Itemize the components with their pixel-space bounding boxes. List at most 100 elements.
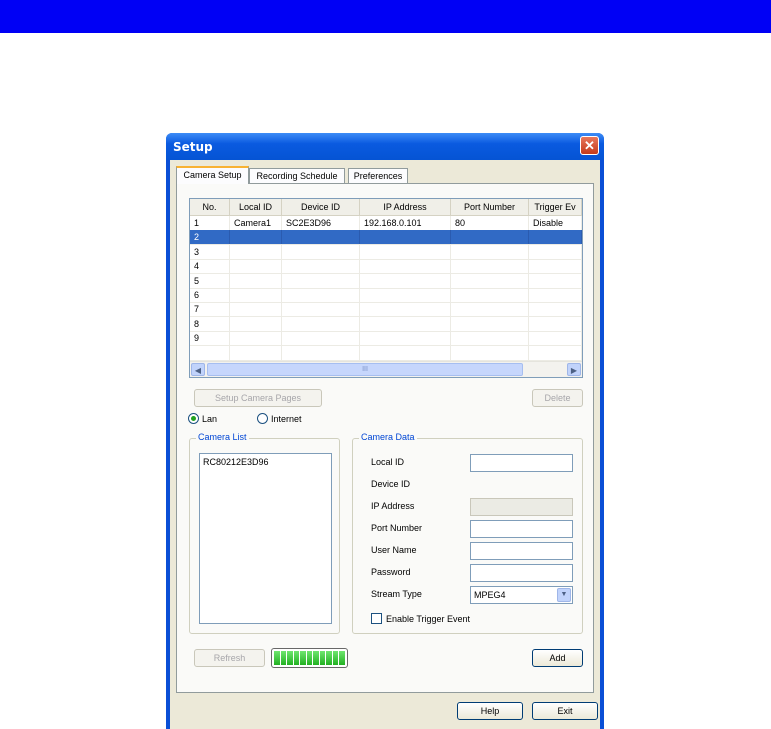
table-row[interactable]: 5 — [190, 273, 582, 289]
ip-address-label: IP Address — [371, 501, 415, 511]
tab-preferences[interactable]: Preferences — [348, 168, 408, 183]
table-cell: 4 — [190, 259, 230, 274]
table-cell — [360, 331, 451, 346]
horizontal-scrollbar[interactable]: ◀ III ▶ — [190, 361, 582, 377]
table-cell: 7 — [190, 302, 230, 317]
table-row[interactable]: 9 — [190, 331, 582, 347]
table-cell — [529, 345, 582, 360]
stream-type-value: MPEG4 — [474, 590, 506, 600]
table-cell — [282, 259, 360, 274]
table-cell — [190, 345, 230, 360]
column-header-device-id[interactable]: Device ID — [282, 199, 360, 215]
setup-dialog: Setup ✕ Camera Setup Recording Schedule … — [166, 133, 604, 729]
table-cell — [360, 288, 451, 302]
table-cell — [360, 230, 451, 245]
dialog-client: Camera Setup Recording Schedule Preferen… — [170, 160, 600, 729]
camera-list-group: Camera List RC80212E3D96 — [189, 432, 340, 634]
stream-type-select[interactable]: MPEG4 ▼ — [470, 586, 573, 604]
table-cell — [451, 230, 529, 245]
port-number-label: Port Number — [371, 523, 423, 533]
table-cell — [451, 331, 529, 346]
port-number-field[interactable] — [470, 520, 573, 538]
list-item[interactable]: RC80212E3D96 — [203, 457, 328, 467]
table-cell: 9 — [190, 331, 230, 346]
progress-block — [306, 651, 313, 665]
camera-data-group: Camera Data Local ID Device ID IP Addres… — [352, 432, 583, 634]
scroll-left-icon[interactable]: ◀ — [191, 363, 205, 376]
table-row[interactable]: 2 — [190, 230, 582, 246]
close-button[interactable]: ✕ — [580, 136, 599, 155]
table-cell — [451, 273, 529, 288]
help-button[interactable]: Help — [457, 702, 523, 720]
password-field[interactable] — [470, 564, 573, 582]
refresh-button[interactable]: Refresh — [194, 649, 265, 667]
table-cell — [451, 288, 529, 302]
table-cell — [529, 288, 582, 302]
progress-block — [339, 651, 346, 665]
table-cell — [451, 345, 529, 360]
tab-recording-schedule[interactable]: Recording Schedule — [249, 168, 345, 183]
chevron-down-icon[interactable]: ▼ — [557, 588, 571, 602]
table-cell — [230, 316, 282, 331]
camera-list-box[interactable]: RC80212E3D96 — [199, 453, 332, 624]
setup-camera-pages-button[interactable]: Setup Camera Pages — [194, 389, 322, 407]
table-row[interactable]: 8 — [190, 316, 582, 332]
table-cell — [529, 316, 582, 331]
local-id-label: Local ID — [371, 457, 405, 467]
checkbox-icon — [371, 613, 382, 624]
table-cell — [529, 273, 582, 288]
progress-block — [274, 651, 280, 665]
table-cell — [282, 230, 360, 245]
table-cell: 80 — [451, 216, 529, 230]
column-header-local-id[interactable]: Local ID — [230, 199, 282, 215]
table-cell — [282, 316, 360, 331]
table-cell — [360, 316, 451, 331]
table-cell — [282, 288, 360, 302]
progress-block — [293, 651, 300, 665]
table-cell — [230, 244, 282, 259]
enable-trigger-label: Enable Trigger Event — [386, 613, 471, 624]
table-cell — [360, 302, 451, 317]
table-cell — [529, 259, 582, 274]
delete-button[interactable]: Delete — [532, 389, 583, 407]
table-row[interactable]: 3 — [190, 244, 582, 260]
radio-internet[interactable]: Internet — [257, 413, 302, 424]
progress-block — [280, 651, 287, 665]
table-row[interactable]: 4 — [190, 259, 582, 275]
table-cell — [529, 302, 582, 317]
radio-selected-icon — [188, 413, 199, 424]
scroll-thumb[interactable]: III — [207, 363, 523, 376]
table-cell — [451, 244, 529, 259]
column-header-no[interactable]: No. — [190, 199, 230, 215]
table-cell — [529, 331, 582, 346]
table-row[interactable]: 6 — [190, 288, 582, 303]
column-header-port-number[interactable]: Port Number — [451, 199, 529, 215]
scroll-right-icon[interactable]: ▶ — [567, 363, 581, 376]
progress-block — [326, 651, 332, 665]
table-cell: 3 — [190, 244, 230, 259]
tab-camera-setup[interactable]: Camera Setup — [176, 166, 249, 184]
table-row[interactable]: 1 Camera1 SC2E3D96 192.168.0.101 80 Disable — [190, 216, 582, 231]
table-cell: 2 — [190, 230, 230, 245]
table-cell — [360, 273, 451, 288]
table-cell — [282, 302, 360, 317]
dialog-title: Setup — [173, 140, 213, 154]
user-name-field[interactable] — [470, 542, 573, 560]
table-row[interactable] — [190, 345, 582, 361]
title-bar[interactable]: Setup ✕ — [166, 133, 604, 160]
top-banner — [0, 0, 771, 33]
radio-lan[interactable]: Lan — [188, 413, 217, 424]
add-button[interactable]: Add — [532, 649, 583, 667]
radio-unselected-icon — [257, 413, 268, 424]
local-id-field[interactable] — [470, 454, 573, 472]
ip-address-field[interactable] — [470, 498, 573, 516]
enable-trigger-checkbox[interactable]: Enable Trigger Event — [371, 613, 470, 624]
table-row[interactable]: 7 — [190, 302, 582, 318]
column-header-trigger-event[interactable]: Trigger Ev — [529, 199, 582, 215]
progress-block — [287, 651, 293, 665]
table-cell — [451, 316, 529, 331]
exit-button[interactable]: Exit — [532, 702, 598, 720]
camera-table: No. Local ID Device ID IP Address Port N… — [189, 198, 583, 378]
table-cell: 8 — [190, 316, 230, 331]
column-header-ip-address[interactable]: IP Address — [360, 199, 451, 215]
